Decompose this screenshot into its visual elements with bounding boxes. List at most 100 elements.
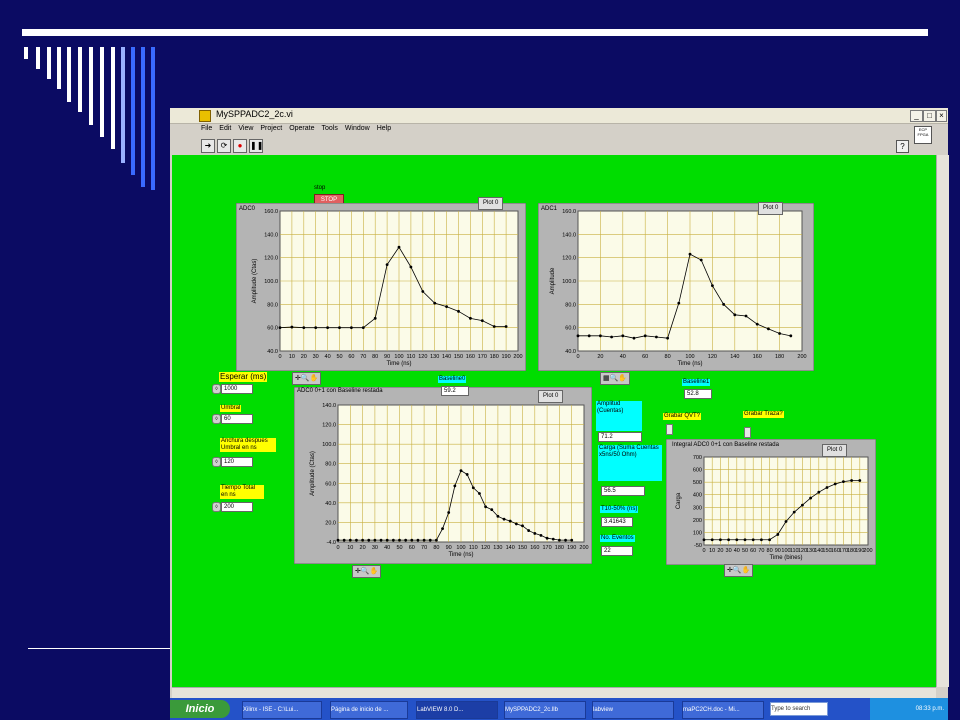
data-point (385, 263, 389, 267)
data-point (326, 326, 329, 330)
y-tick-label: 60.0 (267, 326, 278, 332)
task-xilinx[interactable]: Xilinx - ISE - C:\Lui... (242, 701, 322, 719)
data-point (842, 480, 845, 484)
data-point (290, 325, 294, 329)
baseline0-value: 59.2 (441, 386, 469, 396)
x-tick-label: 0 (576, 354, 579, 360)
x-axis-label: Time (ns) (386, 361, 411, 367)
umbral-increment[interactable]: ◊ (212, 414, 221, 424)
task-folder[interactable]: labview (592, 701, 674, 719)
task-browser[interactable]: Página de inicio de ... (330, 701, 408, 719)
data-point (502, 517, 506, 521)
menu-project[interactable]: Project (260, 125, 282, 136)
carga-label: Carga (Suma Cuentas x5ns/50 Ohm) (598, 445, 662, 481)
graph-title: ADC1 (541, 206, 558, 212)
vertical-scrollbar[interactable] (936, 155, 949, 687)
x-tick-label: 20 (717, 548, 723, 554)
vi-icon (199, 110, 211, 122)
x-tick-label: 40 (384, 545, 390, 551)
slide-deco-bar-7 (89, 47, 93, 125)
pause-icon[interactable]: ❚❚ (249, 139, 263, 153)
menu-file[interactable]: File (201, 125, 212, 136)
x-tick-label: 190 (567, 545, 576, 551)
tiempo-input[interactable]: 200 (221, 502, 253, 512)
search-input[interactable]: Type to search (770, 702, 828, 716)
data-point (711, 284, 714, 288)
menu-tools[interactable]: Tools (321, 125, 337, 136)
data-point (587, 334, 591, 338)
x-tick-label: 30 (726, 548, 732, 554)
baseline1-value: 52.8 (684, 389, 712, 399)
plot-legend-adc1[interactable]: Plot 0 (758, 202, 784, 215)
menu-edit[interactable]: Edit (219, 125, 231, 136)
x-tick-label: 40 (620, 354, 626, 360)
graph-palette-adc0[interactable]: ✛🔍✋ (292, 372, 322, 385)
data-point (817, 490, 821, 494)
minimize-button[interactable]: _ (910, 110, 923, 122)
task-word[interactable]: maPC2CH.doc - Mi... (682, 701, 764, 719)
x-tick-label: 130 (430, 354, 439, 360)
close-button[interactable]: × (936, 110, 947, 122)
data-point (527, 529, 531, 532)
data-point (457, 309, 460, 313)
esperar-input[interactable]: 1000 (221, 384, 253, 394)
plot-legend-adc0[interactable]: Plot 0 (478, 197, 504, 210)
y-tick-label: 140.0 (562, 232, 576, 238)
x-tick-label: 10 (709, 548, 715, 554)
x-tick-label: 140 (730, 354, 739, 360)
slide-top-bar (22, 29, 928, 36)
x-tick-label: 190 (502, 354, 511, 360)
run-continuous-icon[interactable]: ⟳ (217, 139, 231, 153)
data-point (776, 533, 780, 536)
graph-palette-sum[interactable]: ✛🔍✋ (352, 565, 382, 578)
data-point (336, 538, 340, 542)
x-tick-label: 180 (490, 354, 499, 360)
graph-palette-integral[interactable]: ✛🔍✋ (724, 564, 754, 577)
run-arrow-icon[interactable]: ➜ (201, 139, 215, 153)
chart-svg: 0 10 20 30 40 50 60 70 80 90 100 110 120 130 140 150 160… (293, 386, 593, 565)
x-tick-label: 10 (289, 354, 295, 360)
x-tick-label: 90 (446, 545, 452, 551)
x-tick-label: 170 (543, 545, 552, 551)
data-point (735, 538, 739, 542)
grabar-qvt-toggle[interactable] (666, 424, 673, 435)
data-point (809, 496, 812, 500)
maximize-button[interactable]: □ (923, 110, 936, 122)
y-tick-label: 80.0 (565, 302, 576, 308)
x-tick-label: 170 (478, 354, 487, 360)
esperar-increment[interactable]: ◊ (212, 384, 221, 394)
anchura-input[interactable]: 120 (221, 457, 253, 467)
graph-palette-adc1[interactable]: ▦🔍✋ (600, 372, 631, 385)
umbral-input[interactable]: 60 (221, 414, 253, 424)
y-tick-label: 160.0 (562, 209, 576, 215)
help-icon[interactable]: ? (896, 140, 909, 153)
y-tick-label: 40.0 (565, 349, 576, 355)
data-point (422, 538, 426, 542)
data-point (825, 486, 829, 489)
abort-icon[interactable]: ● (233, 139, 247, 153)
menu-operate[interactable]: Operate (289, 125, 314, 136)
x-tick-label: 10 (347, 545, 353, 551)
data-point (599, 334, 602, 338)
plot-legend-integral[interactable]: Plot 0 (822, 444, 848, 457)
task-llb[interactable]: MySPPADC2_2c.llb (504, 701, 586, 719)
t10-value: 3.41643 (601, 517, 633, 527)
menu-view[interactable]: View (238, 125, 253, 136)
task-labview[interactable]: LabVIEW 8.0 D... (416, 701, 498, 719)
y-tick-label: 100.0 (562, 279, 576, 285)
data-point (677, 301, 681, 305)
menu-window[interactable]: Window (345, 125, 370, 136)
menu-help[interactable]: Help (377, 125, 391, 136)
data-point (768, 538, 771, 542)
t10-label: T10-50% (ns) (600, 506, 639, 513)
grabar-traza-toggle[interactable] (744, 427, 751, 438)
y-tick-label: -4.0 (327, 540, 336, 546)
start-button[interactable]: Inicio (170, 700, 230, 718)
anchura-increment[interactable]: ◊ (212, 457, 221, 467)
data-point (361, 538, 364, 542)
front-panel: stop STOP 0 10 20 30 40 50 60 70 80 90 100 110 120 13… (172, 155, 936, 687)
baseline1-label: Baseline1 (682, 379, 711, 386)
data-point (801, 503, 804, 507)
tiempo-increment[interactable]: ◊ (212, 502, 221, 512)
plot-legend-sum[interactable]: Plot 0 (538, 390, 564, 403)
